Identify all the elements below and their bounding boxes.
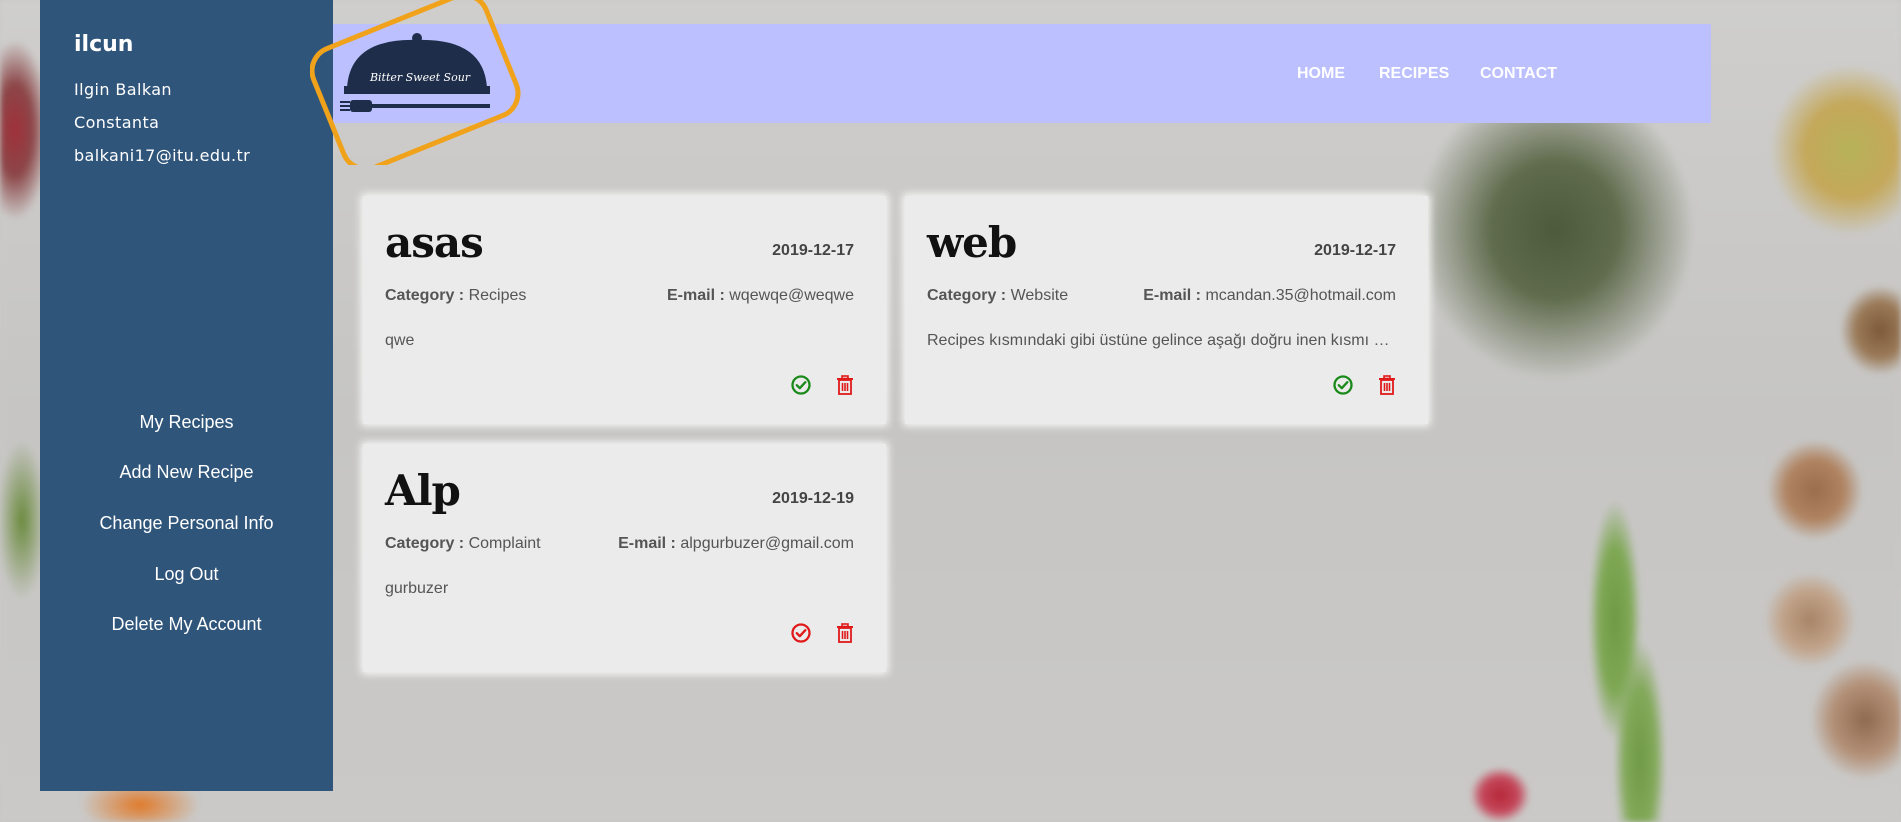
nav-home[interactable]: HOME xyxy=(1297,24,1345,123)
message-card: web 2019-12-17 Category : Website E-mail… xyxy=(905,196,1428,424)
card-message: gurbuzer xyxy=(385,580,449,597)
sidebar-item-log-out[interactable]: Log Out xyxy=(40,564,333,585)
nav-recipes[interactable]: RECIPES xyxy=(1379,24,1449,123)
card-title: web xyxy=(927,218,1017,267)
nav-contact-link[interactable]: CONTACT xyxy=(1480,65,1557,83)
email-label: E-mail : xyxy=(667,287,725,304)
sidebar: ilcun Ilgin Balkan Constanta balkani17@i… xyxy=(40,0,333,791)
card-email: E-mail : mcandan.35@hotmail.com xyxy=(1143,287,1396,305)
check-circle-icon[interactable] xyxy=(1332,374,1354,396)
message-card: asas 2019-12-17 Category : Recipes E-mai… xyxy=(363,196,886,424)
sidebar-item-delete-account[interactable]: Delete My Account xyxy=(40,614,333,635)
category-label: Category : xyxy=(385,287,465,304)
trash-icon[interactable] xyxy=(834,622,856,644)
email-label: E-mail : xyxy=(1143,287,1201,304)
card-email: E-mail : wqewqe@weqwe xyxy=(667,287,854,305)
email-label: E-mail : xyxy=(618,535,676,552)
svg-text:Bitter Sweet Sour: Bitter Sweet Sour xyxy=(369,71,471,84)
email-value: wqewqe@weqwe xyxy=(729,287,854,304)
nav-recipes-link[interactable]: RECIPES xyxy=(1379,65,1449,83)
email-value: mcandan.35@hotmail.com xyxy=(1205,287,1396,304)
card-category: Category : Recipes xyxy=(385,287,526,305)
nav-home-link[interactable]: HOME xyxy=(1297,65,1345,83)
message-card: Alp 2019-12-19 Category : Complaint E-ma… xyxy=(363,444,886,672)
card-date: 2019-12-17 xyxy=(772,242,854,259)
sidebar-item-change-personal-info[interactable]: Change Personal Info xyxy=(40,513,333,534)
sidebar-item-my-recipes[interactable]: My Recipes xyxy=(40,412,333,433)
nav-contact[interactable]: CONTACT xyxy=(1480,24,1557,123)
check-circle-icon[interactable] xyxy=(790,622,812,644)
user-email: balkani17@itu.edu.tr xyxy=(74,146,251,165)
card-message: Recipes kısmındaki gibi üstüne gelince a… xyxy=(927,332,1397,349)
card-date: 2019-12-19 xyxy=(772,490,854,507)
card-category: Category : Complaint xyxy=(385,535,541,553)
category-value: Website xyxy=(1010,287,1069,304)
category-label: Category : xyxy=(385,535,465,552)
category-value: Recipes xyxy=(468,287,527,304)
check-circle-icon[interactable] xyxy=(790,374,812,396)
top-navbar: HOME RECIPES CONTACT xyxy=(333,24,1711,123)
category-label: Category : xyxy=(927,287,1007,304)
email-value: alpgurbuzer@gmail.com xyxy=(680,535,854,552)
card-category: Category : Website xyxy=(927,287,1068,305)
trash-icon[interactable] xyxy=(1376,374,1398,396)
user-city: Constanta xyxy=(74,113,160,132)
user-full-name: Ilgin Balkan xyxy=(74,80,172,99)
card-title: Alp xyxy=(385,466,461,515)
username: ilcun xyxy=(74,32,134,57)
sidebar-item-add-new-recipe[interactable]: Add New Recipe xyxy=(40,462,333,483)
card-message: qwe xyxy=(385,332,415,349)
trash-icon[interactable] xyxy=(834,374,856,396)
site-logo[interactable]: Bitter Sweet Sour xyxy=(309,0,525,172)
card-title: asas xyxy=(385,218,484,267)
card-email: E-mail : alpgurbuzer@gmail.com xyxy=(618,535,854,553)
category-value: Complaint xyxy=(468,535,541,552)
card-date: 2019-12-17 xyxy=(1314,242,1396,259)
